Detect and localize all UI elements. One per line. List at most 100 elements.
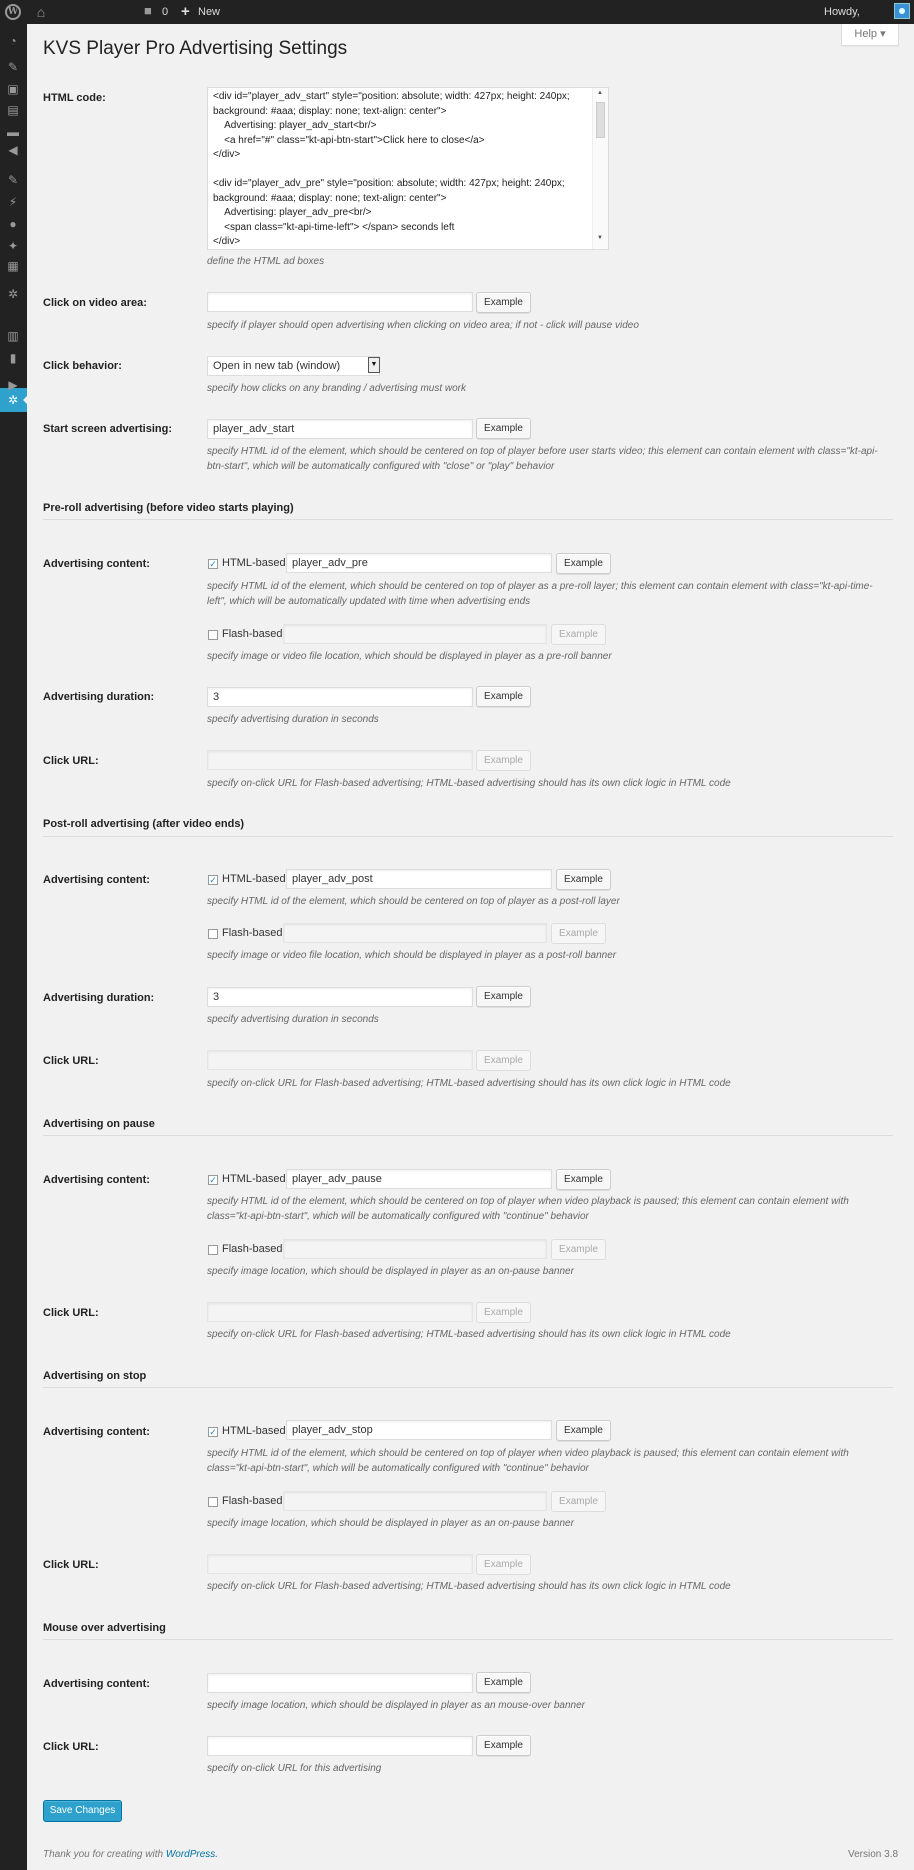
stop-url-desc: specify on-click URL for Flash-based adv…	[207, 1581, 731, 1592]
postroll-flash-checkbox[interactable]	[208, 929, 218, 939]
postroll-flash-input[interactable]	[283, 923, 547, 943]
postroll-duration-example-button[interactable]: Example	[476, 986, 531, 1007]
preroll-url-label: Click URL:	[43, 755, 99, 767]
footer-version: Version 3.8	[848, 1849, 899, 1860]
start-screen-example-button[interactable]: Example	[476, 418, 531, 439]
postroll-duration-input[interactable]: 3	[207, 987, 473, 1007]
gear-icon[interactable]: ✲	[5, 286, 21, 302]
pause-html-example-button[interactable]: Example	[556, 1169, 611, 1190]
stop-flash-input[interactable]	[283, 1491, 547, 1511]
preroll-flash-example-button[interactable]: Example	[551, 624, 606, 645]
preroll-url-example-button[interactable]: Example	[476, 750, 531, 771]
comment-bubble-icon[interactable]: ■	[144, 0, 152, 24]
html-code-desc: define the HTML ad boxes	[207, 256, 325, 267]
stop-flash-desc: specify image location, which should be …	[207, 1518, 574, 1529]
scroll-down-icon[interactable]: ▼	[597, 235, 603, 241]
current-arrow	[23, 395, 28, 405]
preroll-flash-checkbox[interactable]	[208, 630, 218, 640]
help-tab[interactable]: Help ▾	[841, 24, 899, 46]
users-icon[interactable]: ●	[5, 216, 21, 232]
home-icon[interactable]: ⌂	[33, 0, 49, 24]
stop-flash-checkbox[interactable]	[208, 1497, 218, 1507]
stop-html-checkbox[interactable]: ✓	[208, 1427, 218, 1437]
mouseover-content-input[interactable]	[207, 1673, 473, 1693]
mouseover-url-label: Click URL:	[43, 1741, 99, 1753]
chevron-down-icon[interactable]: ▼	[368, 357, 380, 373]
pin-icon[interactable]: ✎	[5, 59, 21, 75]
start-screen-input[interactable]: player_adv_start	[207, 419, 473, 439]
avatar[interactable]	[894, 3, 910, 19]
postroll-flash-example-button[interactable]: Example	[551, 923, 606, 944]
scroll-thumb[interactable]	[596, 102, 605, 138]
preroll-duration-input[interactable]: 3	[207, 687, 473, 707]
postroll-url-desc: specify on-click URL for Flash-based adv…	[207, 1078, 731, 1089]
pause-html-input[interactable]: player_adv_pause	[286, 1169, 552, 1189]
pause-flash-input[interactable]	[283, 1239, 547, 1259]
postroll-duration-label: Advertising duration:	[43, 992, 155, 1004]
pause-html-checkbox[interactable]: ✓	[208, 1175, 218, 1185]
preroll-url-input[interactable]	[207, 750, 473, 770]
save-changes-button[interactable]: Save Changes	[43, 1800, 122, 1822]
html-code-textarea[interactable]: <div id="player_adv_start" style="positi…	[207, 87, 609, 250]
pause-flash-example-button[interactable]: Example	[551, 1239, 606, 1260]
stop-url-example-button[interactable]: Example	[476, 1554, 531, 1575]
preroll-flash-input[interactable]	[283, 624, 547, 644]
preroll-html-input[interactable]: player_adv_pre	[286, 553, 552, 573]
preroll-html-example-button[interactable]: Example	[556, 553, 611, 574]
stop-url-label: Click URL:	[43, 1559, 99, 1571]
footer-thanks: Thank you for creating with WordPress.	[43, 1849, 218, 1860]
postroll-html-checkbox[interactable]: ✓	[208, 875, 218, 885]
postroll-html-label: HTML-based	[222, 873, 286, 885]
html-code-label: HTML code:	[43, 92, 106, 104]
stop-url-input[interactable]	[207, 1554, 473, 1574]
preroll-duration-example-button[interactable]: Example	[476, 686, 531, 707]
pause-html-desc: specify HTML id of the element, which sh…	[207, 1196, 849, 1222]
database-icon[interactable]: ▮	[5, 350, 21, 366]
preroll-html-checkbox[interactable]: ✓	[208, 559, 218, 569]
pause-flash-checkbox[interactable]	[208, 1245, 218, 1255]
stop-html-example-button[interactable]: Example	[556, 1420, 611, 1441]
postroll-html-input[interactable]: player_adv_post	[286, 869, 552, 889]
comment-count[interactable]: 0	[162, 0, 168, 24]
new-content-link[interactable]: New	[198, 0, 220, 24]
preroll-duration-label: Advertising duration:	[43, 691, 155, 703]
postroll-content-label: Advertising content:	[43, 874, 150, 886]
stop-flash-example-button[interactable]: Example	[551, 1491, 606, 1512]
pause-url-input[interactable]	[207, 1302, 473, 1322]
mouseover-url-example-button[interactable]: Example	[476, 1735, 531, 1756]
mouseover-content-label: Advertising content:	[43, 1678, 150, 1690]
click-video-area-input[interactable]	[207, 292, 473, 312]
settings-icon[interactable]: ▦	[5, 258, 21, 274]
pause-url-example-button[interactable]: Example	[476, 1302, 531, 1323]
mouseover-content-example-button[interactable]: Example	[476, 1672, 531, 1693]
media-icon[interactable]: ▣	[5, 81, 21, 97]
click-behavior-label: Click behavior:	[43, 360, 122, 372]
mouseover-url-input[interactable]	[207, 1736, 473, 1756]
pages-icon[interactable]: ▤	[5, 102, 21, 118]
postroll-url-input[interactable]	[207, 1050, 473, 1070]
textarea-scrollbar[interactable]: ▲ ▼	[592, 88, 608, 249]
megaphone-icon[interactable]: ◀	[5, 142, 21, 158]
start-screen-label: Start screen advertising:	[43, 423, 172, 435]
dashboard-icon[interactable]: ◔	[5, 33, 21, 49]
comments-icon[interactable]: ▬	[5, 124, 21, 140]
howdy-account-link[interactable]: Howdy,	[824, 0, 860, 24]
play-icon[interactable]: ▶	[5, 377, 21, 393]
stop-html-label: HTML-based	[222, 1425, 286, 1437]
plugins-icon[interactable]: ⚡	[5, 194, 21, 210]
click-behavior-select[interactable]: Open in new tab (window)	[207, 356, 380, 376]
appearance-icon[interactable]: ✎	[5, 172, 21, 188]
stop-html-input[interactable]: player_adv_stop	[286, 1420, 552, 1440]
book-icon[interactable]: ▥	[5, 328, 21, 344]
wordpress-link[interactable]: WordPress.	[166, 1849, 218, 1860]
postroll-html-example-button[interactable]: Example	[556, 869, 611, 890]
scroll-up-icon[interactable]: ▲	[597, 90, 603, 96]
wordpress-logo-icon[interactable]: W	[5, 4, 21, 20]
postroll-url-example-button[interactable]: Example	[476, 1050, 531, 1071]
stop-section-title: Advertising on stop	[43, 1370, 147, 1382]
click-video-area-example-button[interactable]: Example	[476, 292, 531, 313]
stop-html-desc: specify HTML id of the element, which sh…	[207, 1448, 849, 1474]
tools-icon[interactable]: ✦	[5, 238, 21, 254]
plus-icon[interactable]: +	[181, 0, 190, 24]
pause-section-title: Advertising on pause	[43, 1118, 155, 1130]
